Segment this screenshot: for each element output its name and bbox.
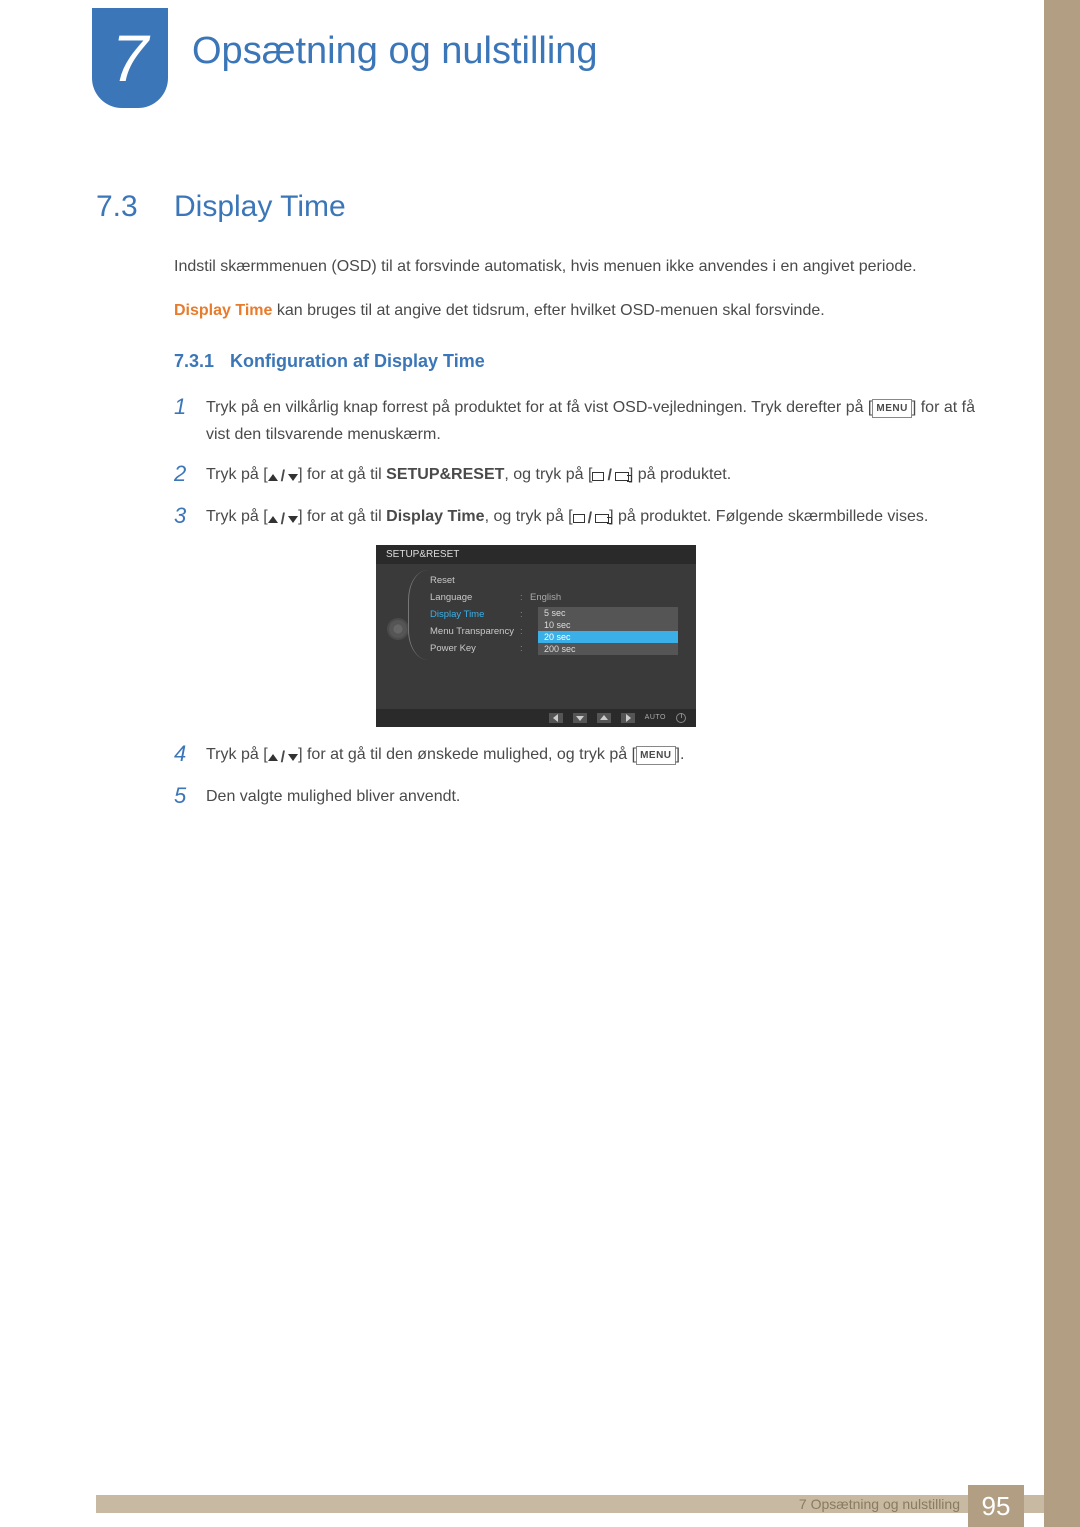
chapter-tab: 7	[92, 8, 168, 108]
osd-item-reset: Reset	[412, 572, 688, 589]
step-1-text: Tryk på en vilkårlig knap forrest på pro…	[206, 394, 976, 448]
step-4-b: ] for at gå til den ønskede mulighed, og…	[298, 746, 636, 763]
osd-title: SETUP&RESET	[376, 545, 696, 564]
step-4: 4 Tryk på [/] for at gå til den ønskede …	[174, 741, 976, 771]
step-3: 3 Tryk på [/] for at gå til Display Time…	[174, 503, 976, 533]
chapter-number: 7	[112, 20, 149, 96]
osd-nav-right-icon	[621, 713, 635, 723]
step-3-c: , og tryk på [	[485, 508, 573, 525]
intro-paragraph-1: Indstil skærmmenuen (OSD) til at forsvin…	[174, 254, 976, 280]
page-number: 95	[968, 1485, 1024, 1527]
step-5-number: 5	[174, 783, 194, 810]
osd-nav-down-icon	[573, 713, 587, 723]
section-number: 7.3	[96, 190, 152, 224]
step-2-d: ] på produktet.	[629, 466, 731, 483]
step-2-target: SETUP&RESET	[386, 466, 504, 483]
subsection-heading: 7.3.1 Konfiguration af Display Time	[174, 351, 976, 372]
step-1-number: 1	[174, 394, 194, 448]
footer-text: 7 Opsætning og nulstilling	[799, 1495, 960, 1513]
step-3-d: ] på produktet. Følgende skærmbillede vi…	[609, 508, 928, 525]
source-enter-icon: /	[592, 462, 628, 489]
up-down-icon: /	[268, 506, 298, 533]
step-2: 2 Tryk på [/] for at gå til SETUP&RESET,…	[174, 461, 976, 491]
menu-button-icon: MENU	[636, 746, 675, 765]
intro-paragraph-2: Display Time kan bruges til at angive de…	[174, 298, 976, 324]
step-3-target: Display Time	[386, 508, 484, 525]
subsection-title: Konfiguration af Display Time	[230, 351, 485, 372]
osd-auto-label: AUTO	[645, 714, 666, 721]
osd-option: 200 sec	[538, 643, 678, 655]
osd-item-language: Language:English	[412, 589, 688, 606]
step-2-text: Tryk på [/] for at gå til SETUP&RESET, o…	[206, 461, 976, 491]
side-stripe	[1044, 0, 1080, 1527]
up-down-icon: /	[268, 463, 298, 490]
osd-curve-decoration	[408, 570, 428, 660]
osd-screenshot: SETUP&RESET Reset Language:English Displ…	[376, 545, 696, 727]
osd-bottom-bar: AUTO	[376, 709, 696, 727]
step-5-text: Den valgte mulighed bliver anvendt.	[206, 783, 976, 810]
content-area: 7.3 Display Time Indstil skærmmenuen (OS…	[96, 190, 976, 822]
up-down-icon: /	[268, 744, 298, 771]
power-icon	[676, 713, 686, 723]
step-4-number: 4	[174, 741, 194, 771]
step-4-a: Tryk på [	[206, 746, 268, 763]
step-3-a: Tryk på [	[206, 508, 268, 525]
step-3-number: 3	[174, 503, 194, 533]
subsection-number: 7.3.1	[174, 351, 214, 372]
step-2-b: ] for at gå til	[298, 466, 386, 483]
gear-icon	[389, 620, 407, 638]
section-title: Display Time	[174, 190, 346, 224]
osd-nav-left-icon	[549, 713, 563, 723]
step-2-number: 2	[174, 461, 194, 491]
step-2-c: , og tryk på [	[504, 466, 592, 483]
page-footer: 7 Opsætning og nulstilling 95	[0, 1481, 1080, 1527]
step-1: 1 Tryk på en vilkårlig knap forrest på p…	[174, 394, 976, 448]
source-enter-icon: /	[573, 505, 609, 532]
osd-dropdown-options: 5 sec 10 sec 20 sec 200 sec	[538, 607, 678, 655]
section-heading: 7.3 Display Time	[96, 190, 976, 224]
step-2-a: Tryk på [	[206, 466, 268, 483]
step-4-text: Tryk på [/] for at gå til den ønskede mu…	[206, 741, 976, 771]
osd-option: 5 sec	[538, 607, 678, 619]
highlight-display-time: Display Time	[174, 302, 272, 319]
step-3-text: Tryk på [/] for at gå til Display Time, …	[206, 503, 976, 533]
menu-button-icon: MENU	[872, 399, 911, 418]
osd-option-selected: 20 sec	[538, 631, 678, 643]
chapter-title: Opsætning og nulstilling	[192, 30, 598, 73]
step-5: 5 Den valgte mulighed bliver anvendt.	[174, 783, 976, 810]
osd-option: 10 sec	[538, 619, 678, 631]
intro-p2-rest: kan bruges til at angive det tidsrum, ef…	[272, 302, 824, 319]
step-3-b: ] for at gå til	[298, 508, 386, 525]
step-1-a: Tryk på en vilkårlig knap forrest på pro…	[206, 399, 872, 416]
osd-nav-up-icon	[597, 713, 611, 723]
step-4-c: ].	[676, 746, 685, 763]
